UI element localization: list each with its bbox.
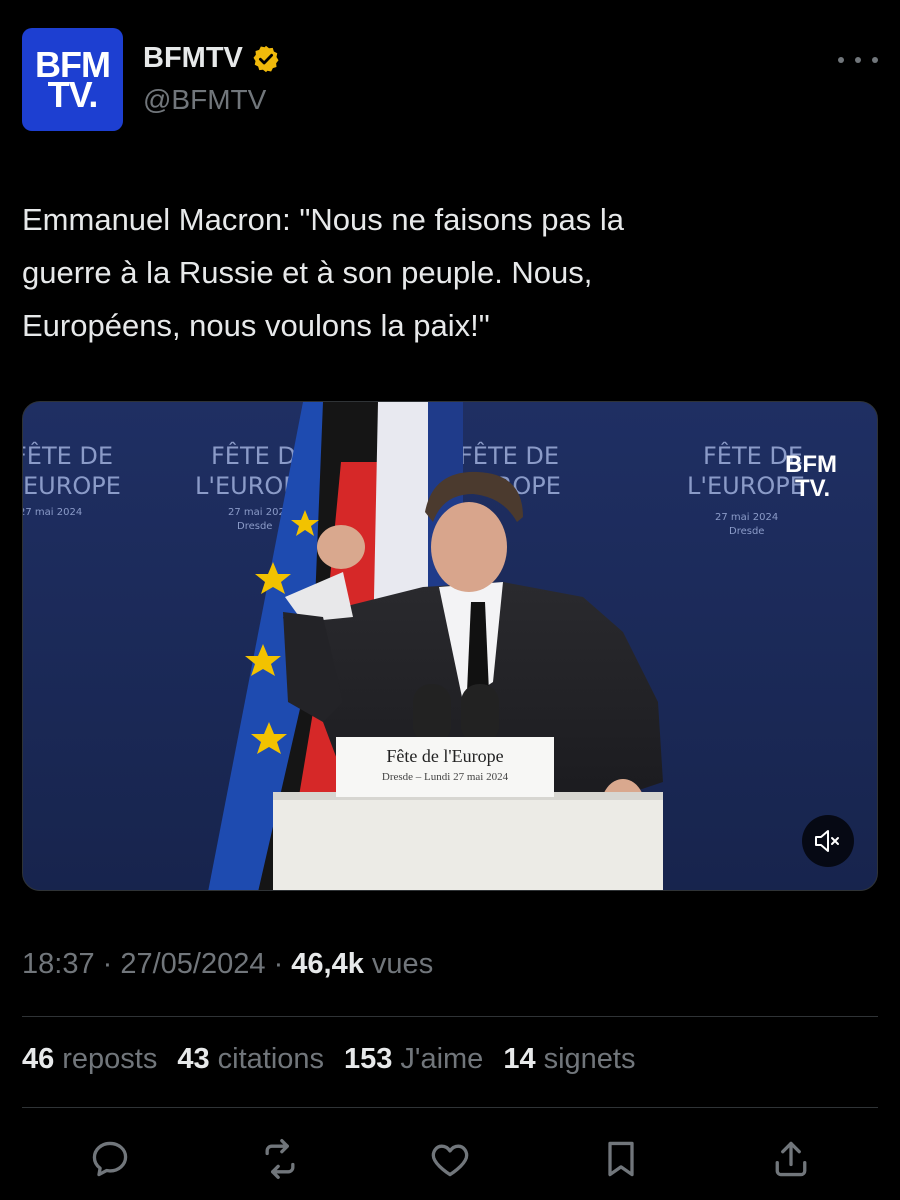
meta-separator: · xyxy=(94,948,121,980)
likes-count: 153 xyxy=(344,1043,393,1075)
divider xyxy=(22,1016,878,1017)
svg-text:BFM: BFM xyxy=(785,451,837,478)
verified-badge-icon xyxy=(253,45,279,72)
podium-sign-title: Fête de l'Europe xyxy=(386,746,503,766)
avatar[interactable]: BFM TV. xyxy=(22,28,123,131)
svg-text:L'EUROPE: L'EUROPE xyxy=(23,472,121,500)
reply-button[interactable] xyxy=(85,1134,135,1184)
repost-button[interactable] xyxy=(255,1134,305,1184)
share-icon xyxy=(775,1141,807,1177)
video-frame: FÊTE DE L'EUROPE 27 mai 2024 FÊTE DE L'E… xyxy=(23,402,877,890)
bookmarks-count: 14 xyxy=(503,1043,536,1075)
bookmarks-stat[interactable]: 14 signets xyxy=(503,1043,635,1076)
views-count: 46,4k xyxy=(291,948,364,980)
engagement-stats: 46 reposts 43 citations 153 J'aime 14 signet… xyxy=(22,1043,635,1076)
repost-icon xyxy=(265,1139,295,1179)
bookmarks-label: signets xyxy=(543,1043,636,1075)
svg-text:TV.: TV. xyxy=(795,475,830,502)
quotes-count: 43 xyxy=(177,1043,210,1075)
share-button[interactable] xyxy=(766,1134,816,1184)
likes-stat[interactable]: 153 J'aime xyxy=(344,1043,483,1076)
reply-icon xyxy=(92,1141,128,1177)
divider xyxy=(22,1107,878,1108)
reposts-label: reposts xyxy=(62,1043,158,1075)
tweet-time[interactable]: 18:37 xyxy=(22,948,95,980)
mute-button[interactable] xyxy=(802,815,854,867)
podium-sign-subtitle: Dresde – Lundi 27 mai 2024 xyxy=(382,771,509,783)
svg-text:FÊTE DE: FÊTE DE xyxy=(23,441,113,470)
avatar-text-line2: TV. xyxy=(47,73,99,115)
views-label: vues xyxy=(363,948,434,980)
tweet-date[interactable]: 27/05/2024 xyxy=(120,948,265,980)
likes-label: J'aime xyxy=(400,1043,484,1075)
action-bar xyxy=(0,1134,900,1184)
svg-text:Dresde: Dresde xyxy=(237,521,272,532)
svg-text:27 mai 2024: 27 mai 2024 xyxy=(715,512,778,523)
tweet-text: Emmanuel Macron: "Nous ne faisons pas la… xyxy=(22,202,625,343)
quotes-label: citations xyxy=(217,1043,325,1075)
bookmark-icon xyxy=(608,1141,634,1177)
svg-text:Dresde: Dresde xyxy=(729,526,764,537)
tweet-meta: 18:37 · 27/05/2024 · 46,4k vues xyxy=(22,948,433,981)
video-player[interactable]: FÊTE DE L'EUROPE 27 mai 2024 FÊTE DE L'E… xyxy=(22,401,878,891)
meta-separator: · xyxy=(265,948,292,980)
account-handle[interactable]: @BFMTV xyxy=(143,84,266,116)
bookmark-button[interactable] xyxy=(596,1134,646,1184)
reposts-stat[interactable]: 46 reposts xyxy=(22,1043,157,1076)
svg-text:27 mai 2024: 27 mai 2024 xyxy=(23,507,82,518)
account-name[interactable]: BFMTV xyxy=(143,42,243,75)
account-name-row[interactable]: BFMTV xyxy=(143,42,281,75)
reposts-count: 46 xyxy=(22,1043,55,1075)
more-options-icon[interactable] xyxy=(838,48,878,72)
speaker-muted-icon xyxy=(815,830,839,852)
like-icon xyxy=(431,1144,469,1177)
quotes-stat[interactable]: 43 citations xyxy=(177,1043,324,1076)
svg-text:FÊTE DE: FÊTE DE xyxy=(459,441,559,470)
like-button[interactable] xyxy=(425,1134,475,1184)
